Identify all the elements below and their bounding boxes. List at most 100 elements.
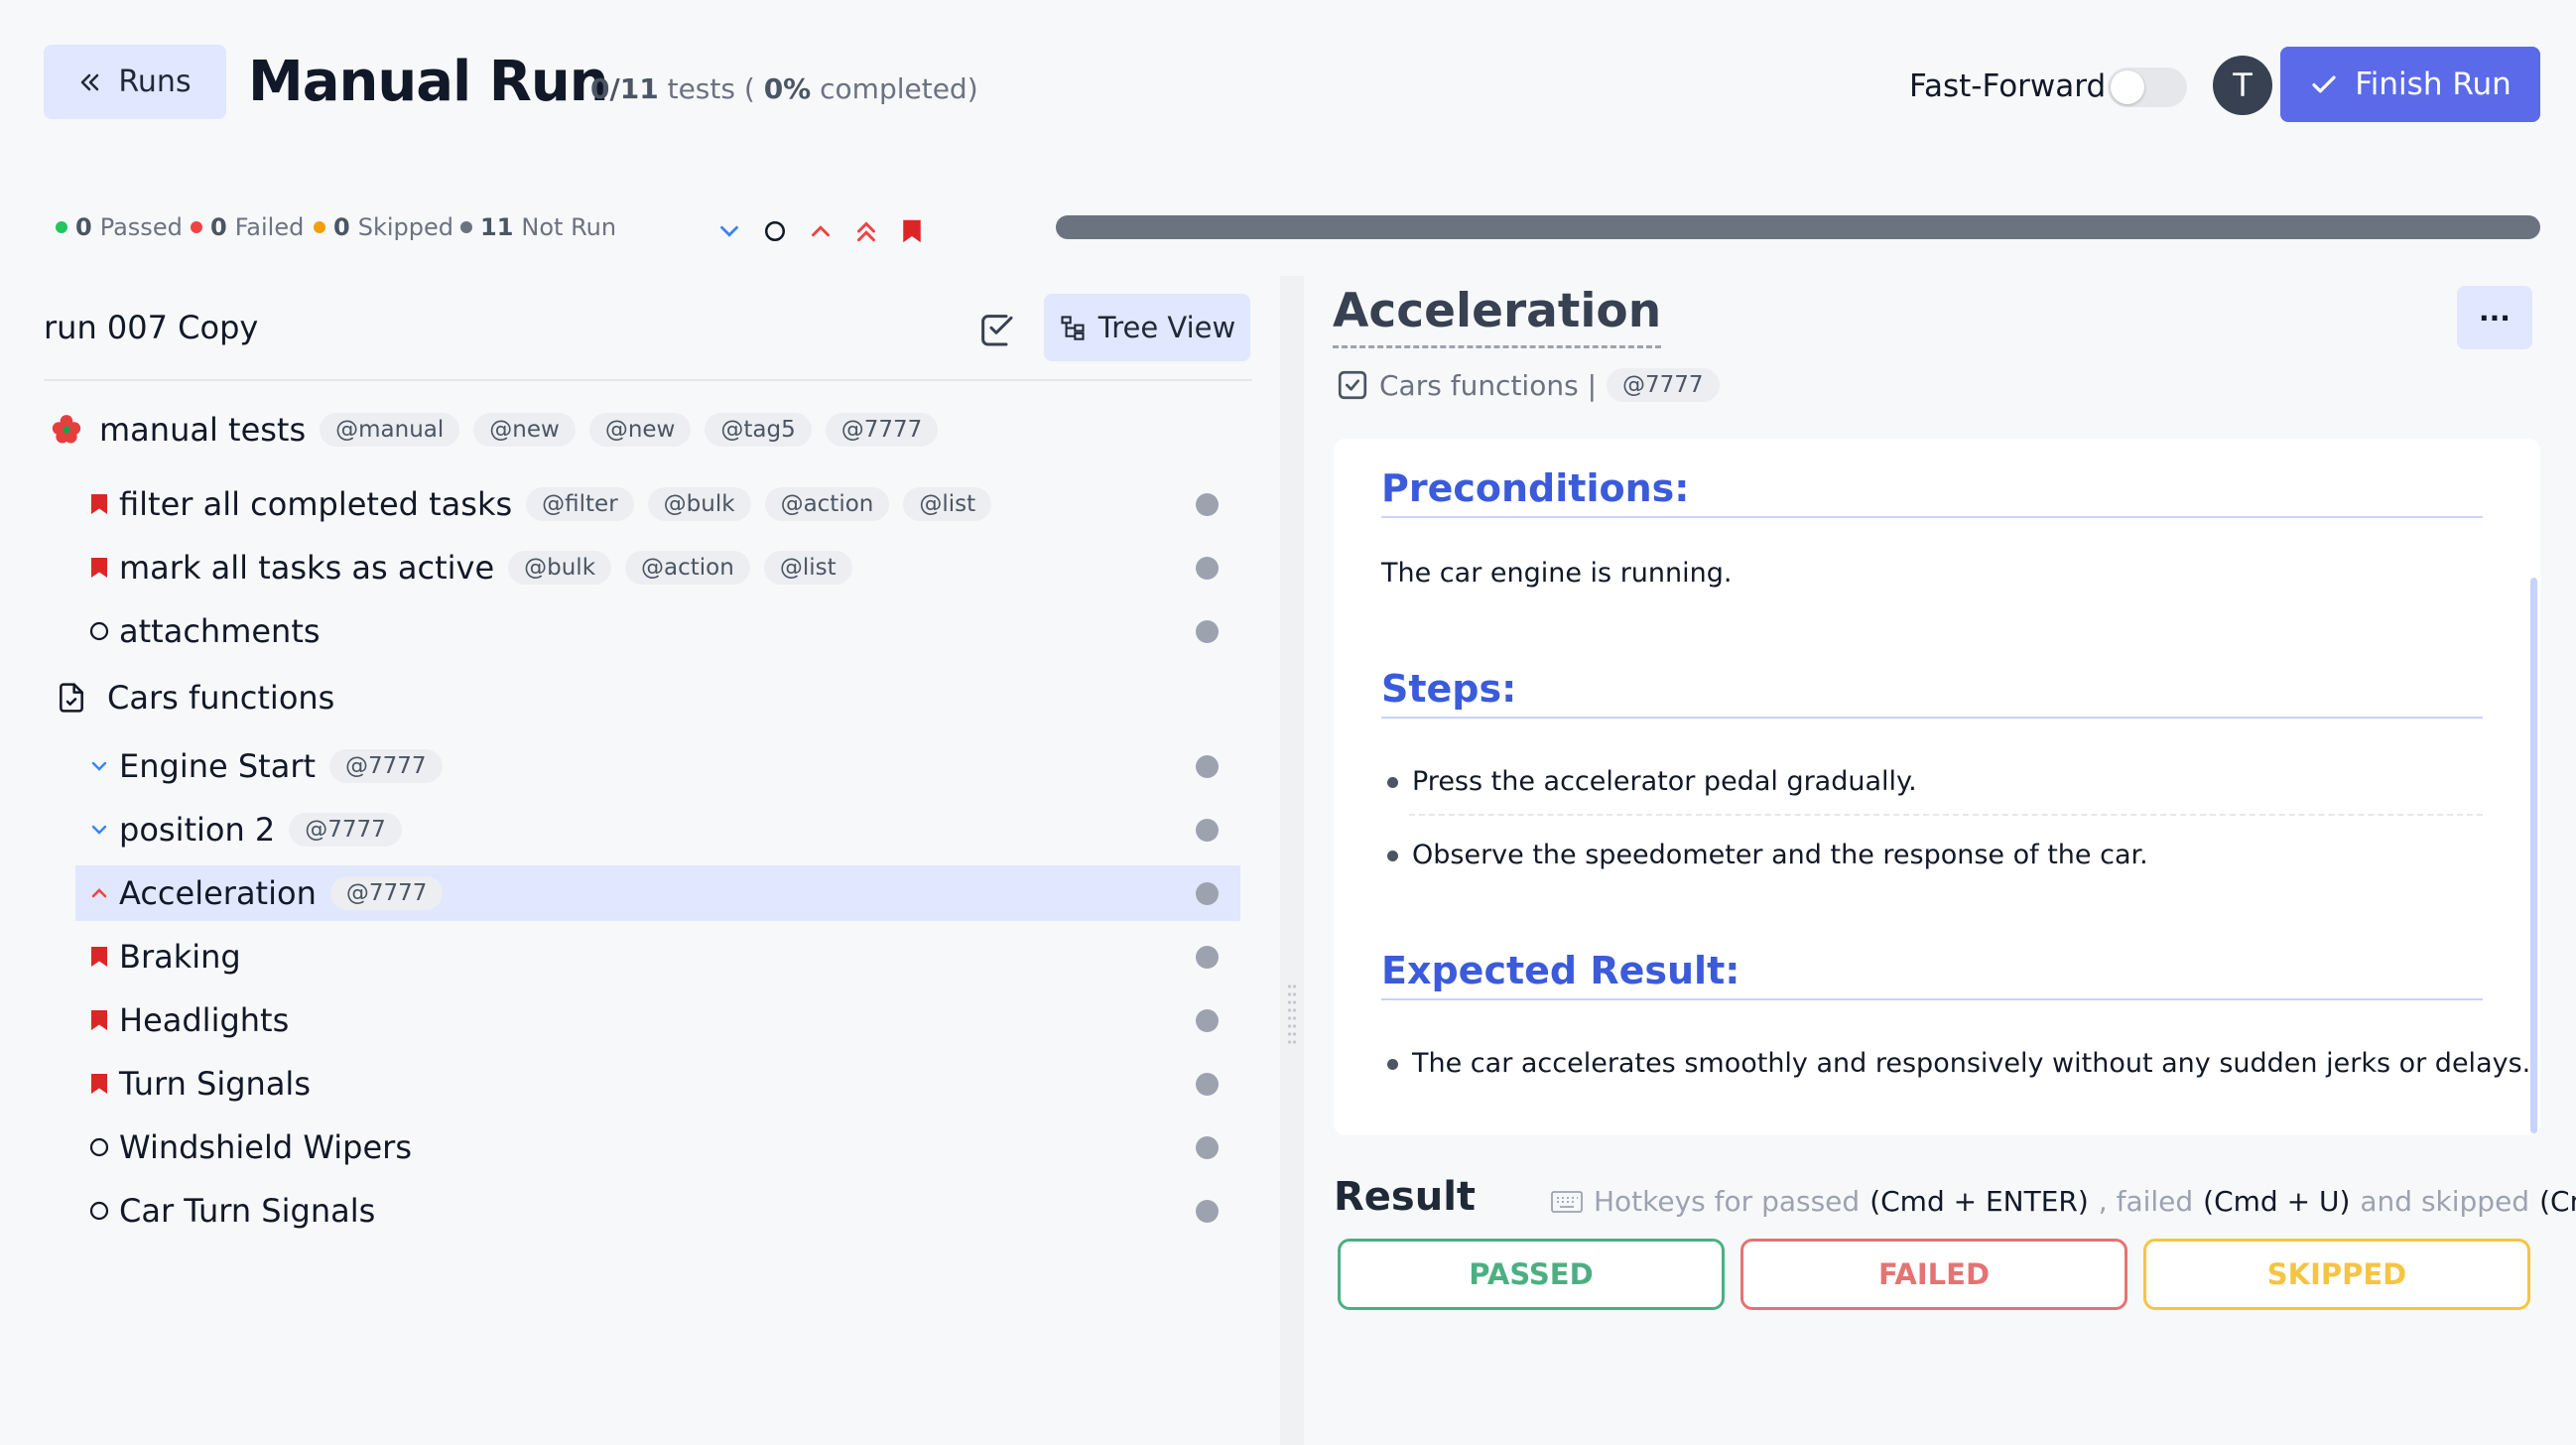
hotkeys-hint: Hotkeys for passed (Cmd + ENTER) , faile…: [1550, 1182, 2576, 1222]
fast-forward-label: Fast-Forward: [1909, 68, 2107, 104]
fast-forward-toggle[interactable]: [2108, 67, 2187, 107]
status-dot-icon: [1196, 620, 1219, 643]
suite-manual-tests[interactable]: manual tests @manual @new @new @tag5 @77…: [50, 405, 939, 455]
test-title: Headlights: [119, 1001, 290, 1039]
drag-handle-icon[interactable]: [1287, 983, 1297, 1048]
finish-run-label: Finish Run: [2355, 66, 2512, 102]
tag: @action: [764, 487, 890, 521]
test-case-title: Acceleration: [1333, 278, 1662, 348]
status-dot-icon: [1196, 1009, 1219, 1032]
user-avatar[interactable]: T: [2213, 56, 2272, 115]
test-row[interactable]: filter all completed tasks @filter @bulk…: [75, 476, 1240, 532]
filter-chevron-up-icon[interactable]: [806, 216, 836, 246]
page-title: Manual Run: [248, 50, 609, 114]
suite-cars-functions[interactable]: Cars functions: [56, 673, 334, 722]
test-title: Turn Signals: [119, 1065, 311, 1103]
run-progress-bar: [1056, 215, 2540, 239]
test-row[interactable]: Turn Signals: [75, 1056, 1240, 1112]
test-row[interactable]: Engine Start @7777: [75, 738, 1240, 794]
filter-chevron-down-icon[interactable]: [714, 216, 744, 246]
bookmark-icon: [75, 1007, 119, 1033]
bookmark-icon: [75, 1071, 119, 1097]
passed-dot-icon: [56, 221, 67, 233]
tree-view-label: Tree View: [1097, 311, 1236, 344]
suite-title: Cars functions: [107, 679, 335, 717]
test-row[interactable]: Windshield Wipers: [75, 1119, 1240, 1175]
filter-circle-icon[interactable]: [760, 216, 790, 246]
skipped-count: 0: [333, 213, 350, 241]
percent-suffix: completed): [820, 72, 978, 105]
failed-label: Failed: [234, 213, 305, 241]
skipped-button[interactable]: SKIPPED: [2143, 1239, 2530, 1310]
tag: @7777: [329, 876, 444, 910]
test-title: attachments: [119, 612, 321, 650]
tree-view-button[interactable]: Tree View: [1044, 294, 1250, 361]
chevron-up-icon: [75, 881, 119, 905]
test-row-selected[interactable]: Acceleration @7777: [75, 865, 1240, 921]
status-not-run: 11 Not Run: [460, 212, 616, 242]
status-failed: 0 Failed: [191, 212, 304, 242]
double-chevron-left-icon: [78, 70, 102, 94]
status-dot-icon: [1196, 1136, 1219, 1159]
bulk-select-icon[interactable]: [976, 310, 1016, 349]
failed-count: 0: [210, 213, 227, 241]
test-row[interactable]: position 2 @7777: [75, 802, 1240, 857]
test-title: Acceleration: [119, 874, 317, 912]
test-title: Windshield Wipers: [119, 1128, 412, 1166]
content-scrollbar[interactable]: [2530, 578, 2537, 1133]
checkbox-icon: [1336, 368, 1369, 402]
skipped-label: Skipped: [357, 213, 453, 241]
test-row[interactable]: Headlights: [75, 992, 1240, 1048]
tag: @bulk: [647, 487, 751, 521]
toggle-knob: [2111, 70, 2144, 104]
tag: @7777: [1607, 368, 1720, 402]
step-text: Press the accelerator pedal gradually.: [1412, 766, 1917, 797]
passed-hotkey: (Cmd + ENTER): [1869, 1185, 2089, 1218]
tag: @new: [588, 413, 692, 447]
filter-bookmark-icon[interactable]: [897, 216, 927, 246]
result-label: Result: [1334, 1174, 1477, 1220]
back-to-runs-button[interactable]: Runs: [44, 45, 226, 119]
bookmark-icon: [75, 491, 119, 517]
panel-splitter[interactable]: [1280, 276, 1304, 1445]
divider: [44, 379, 1252, 381]
not-run-label: Not Run: [521, 213, 617, 241]
test-title: filter all completed tasks: [119, 485, 513, 523]
status-passed: 0 Passed: [56, 212, 183, 242]
test-row[interactable]: mark all tasks as active @bulk @action @…: [75, 540, 1240, 595]
tests-progress-summary: 0/11 tests ( 0% completed): [590, 69, 978, 109]
test-title: position 2: [119, 811, 276, 849]
tag: @7777: [289, 813, 402, 847]
failed-dot-icon: [191, 221, 202, 233]
status-dot-icon: [1196, 1073, 1219, 1096]
test-row[interactable]: Braking: [75, 929, 1240, 985]
failed-button[interactable]: FAILED: [1740, 1239, 2127, 1310]
steps-heading: Steps:: [1381, 661, 2483, 719]
not-run-dot-icon: [460, 221, 472, 233]
filter-double-chevron-up-icon[interactable]: [851, 216, 881, 246]
circle-icon: [75, 619, 119, 643]
passed-button[interactable]: PASSED: [1338, 1239, 1725, 1310]
status-skipped: 0 Skipped: [314, 212, 453, 242]
tag: @list: [903, 487, 992, 521]
test-row[interactable]: attachments: [75, 603, 1240, 659]
tag: @tag5: [705, 413, 812, 447]
step-text: Observe the speedometer and the response…: [1412, 840, 2148, 870]
finish-run-button[interactable]: Finish Run: [2280, 47, 2540, 122]
back-button-label: Runs: [118, 65, 192, 99]
tree-icon: [1059, 314, 1087, 341]
preconditions-text: The car engine is running.: [1381, 558, 1733, 589]
test-row[interactable]: Car Turn Signals: [75, 1183, 1240, 1239]
bullet-icon: [1387, 1058, 1398, 1070]
tag: @filter: [526, 487, 634, 521]
test-title: mark all tasks as active: [119, 549, 495, 587]
skipped-hotkey: (Cmd + I): [2539, 1185, 2576, 1218]
tag: @list: [763, 551, 852, 585]
file-check-icon: [56, 681, 107, 715]
step-item: Press the accelerator pedal gradually.: [1387, 762, 1917, 802]
tag: @7777: [825, 413, 939, 447]
more-options-button[interactable]: ···: [2457, 286, 2532, 349]
circle-icon: [75, 1199, 119, 1223]
status-dot-icon: [1196, 946, 1219, 969]
expected-result-heading: Expected Result:: [1381, 943, 2483, 1000]
